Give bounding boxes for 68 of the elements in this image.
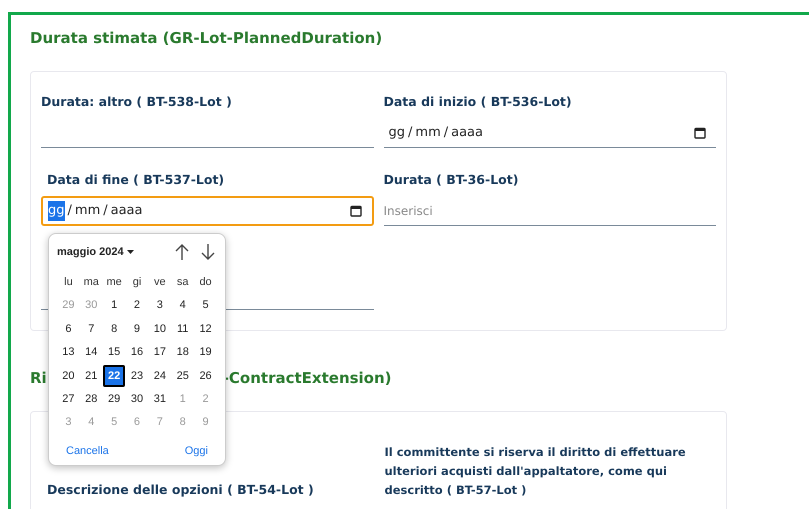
date-segment[interactable]: gg	[48, 201, 65, 221]
calendar-day[interactable]: 14	[80, 341, 102, 364]
arrow-down-icon[interactable]	[201, 244, 215, 260]
calendar-day[interactable]: 26	[194, 364, 217, 387]
date-segment[interactable]: mm	[415, 122, 441, 142]
calendar-day[interactable]: 13	[57, 341, 80, 364]
field-label: Durata ( BT-36-Lot)	[384, 171, 520, 189]
calendar-day[interactable]: 16	[126, 341, 148, 364]
field-label: Descrizione delle opzioni ( BT-54-Lot )	[47, 481, 315, 499]
calendar-icon[interactable]	[694, 126, 706, 138]
field-label: Data di fine ( BT-537-Lot)	[47, 171, 226, 189]
weekday-label: gi	[132, 274, 142, 290]
section-title: Ri	[30, 368, 47, 389]
calendar-day[interactable]: 3	[148, 294, 171, 317]
calendar-day[interactable]: 27	[57, 388, 80, 410]
calendar-day[interactable]: 12	[194, 318, 217, 340]
weekday-label: sa	[176, 274, 189, 290]
date-segment[interactable]: mm	[74, 201, 100, 221]
calendar-day[interactable]: 25	[172, 364, 194, 387]
calendar-day[interactable]: 4	[172, 294, 194, 317]
caret-icon	[126, 250, 134, 254]
month-dropdown[interactable]: maggio 2024	[57, 244, 134, 260]
calendar-day[interactable]: 28	[80, 388, 102, 410]
weekday-label: lu	[64, 274, 73, 290]
today-button[interactable]: Oggi	[184, 443, 208, 460]
date-segment[interactable]: aaaa	[451, 122, 483, 142]
calendar-day[interactable]: 15	[103, 341, 126, 364]
calendar-day[interactable]: 2	[126, 294, 148, 317]
date-separator: /	[103, 202, 108, 220]
calendar-day[interactable]: 31	[148, 388, 171, 410]
date-separator: /	[68, 202, 72, 220]
calendar-day[interactable]: 24	[148, 364, 171, 387]
calendar-day[interactable]: 8	[103, 318, 126, 340]
arrow-up-icon[interactable]	[175, 244, 189, 260]
section-title: -ContractExtension)	[222, 368, 392, 389]
date-separator: /	[444, 124, 448, 142]
calendar-day[interactable]: 7	[80, 318, 102, 340]
calendar-day[interactable]: 19	[194, 341, 217, 364]
weekday-label: ma	[84, 274, 99, 290]
calendar-day[interactable]: 6	[57, 318, 80, 340]
field-label: Data di inizio ( BT-536-Lot)	[384, 93, 573, 111]
calendar-day[interactable]: 30	[126, 388, 148, 410]
calendar-day[interactable]: 1	[103, 294, 126, 317]
calendar-day[interactable]: 10	[148, 318, 171, 340]
field-label: Durata: altro ( BT-538-Lot )	[41, 93, 233, 111]
calendar-day[interactable]: 5	[194, 294, 217, 317]
calendar-day[interactable]: 9	[126, 318, 148, 340]
date-segment[interactable]: aaaa	[110, 201, 142, 221]
date-field[interactable]: gg / mm / aaaa	[41, 196, 374, 226]
date-separator: /	[408, 124, 412, 142]
section-title: Durata stimata (GR-Lot-PlannedDuration)	[30, 28, 384, 49]
calendar-day[interactable]: 20	[57, 364, 80, 387]
calendar-day[interactable]: 29	[103, 388, 126, 410]
clear-button[interactable]: Cancella	[66, 443, 109, 460]
calendar-icon[interactable]	[350, 205, 362, 217]
date-segment[interactable]: gg	[388, 122, 406, 142]
input-field[interactable]: Inserisci	[384, 196, 716, 226]
calendar-day[interactable]: 21	[80, 364, 102, 387]
calendar-day[interactable]: 18	[172, 341, 194, 364]
weekday-label: ve	[154, 274, 166, 290]
calendar-day[interactable]: 22	[103, 364, 126, 387]
calendar-day[interactable]: 23	[126, 364, 148, 387]
calendar-day[interactable]: 11	[172, 318, 194, 340]
field-label: Il committente si riserva il diritto di effettuare ulteriori acquisti dall'appaltatore, come qui descritto ( BT-57-Lot )	[384, 444, 687, 499]
date-field[interactable]: gg / mm / aaaa	[384, 118, 716, 148]
calendar-day[interactable]: 17	[148, 341, 171, 364]
weekday-label: me	[106, 274, 122, 290]
weekday-label: do	[199, 274, 212, 290]
